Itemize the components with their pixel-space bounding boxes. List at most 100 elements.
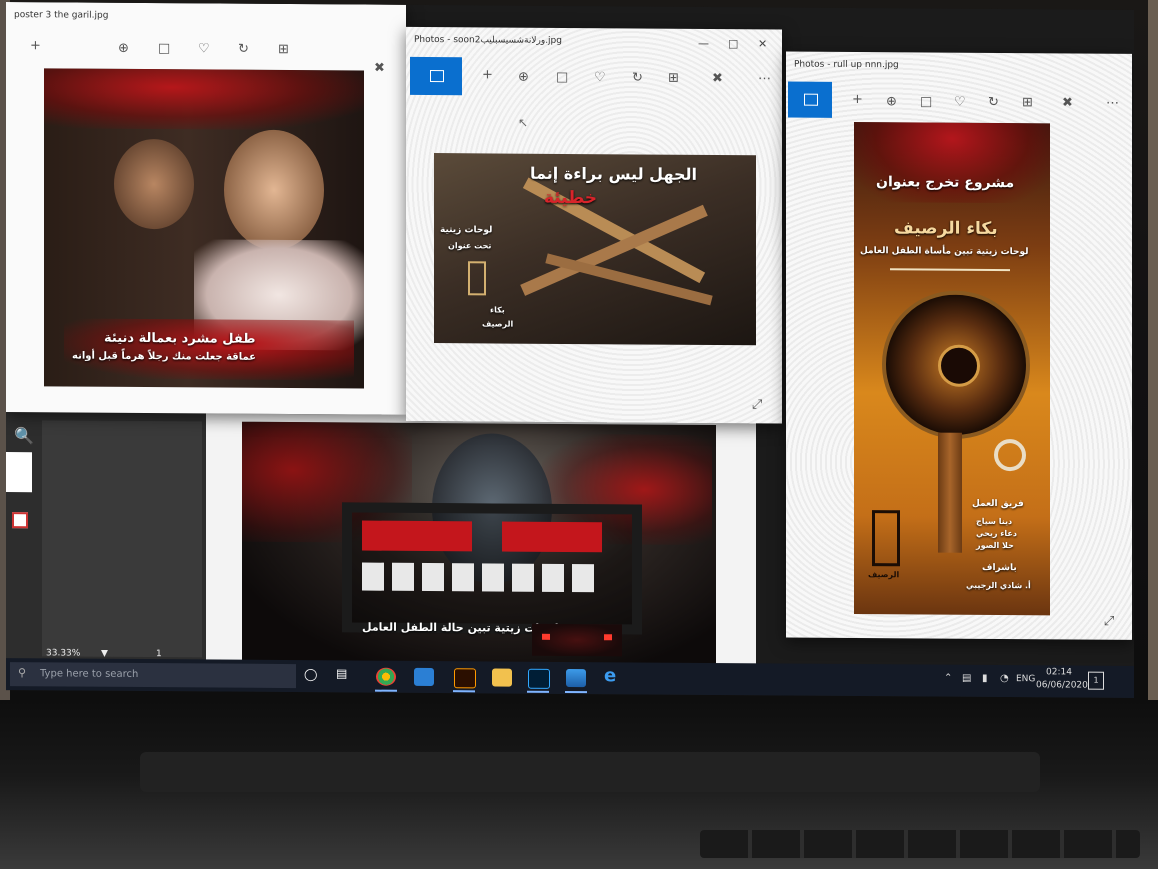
more-icon[interactable]: ⋯ (758, 71, 771, 86)
zoom-in-icon[interactable]: ⊕ (518, 70, 529, 85)
task-view-icon[interactable]: ▤ (336, 666, 347, 680)
girl-face (224, 129, 324, 251)
rollup-supervisor: أ. شادي الرجيبي (966, 580, 1031, 591)
photos-window-middle[interactable]: Photos - soon2ورلانةشسيسبليب.jpg — □ ✕ +… (406, 26, 782, 424)
editor-canvas-area (42, 420, 202, 658)
rotate-icon[interactable]: ↻ (988, 95, 999, 110)
image-icon (804, 93, 818, 106)
fullscreen-icon[interactable]: ⤢ (752, 397, 762, 412)
magnifier-icon[interactable]: 🔍 (14, 426, 34, 445)
heart-icon[interactable]: ♡ (198, 41, 210, 56)
rotate-icon[interactable]: ↻ (632, 70, 643, 85)
image-view-button[interactable] (410, 56, 462, 96)
active-indicator (565, 690, 587, 694)
add-icon[interactable]: + (30, 38, 41, 53)
rollup-member3: حلا الصور (976, 540, 1014, 551)
maximize-icon[interactable]: □ (728, 37, 738, 50)
red-streak (44, 68, 364, 131)
zoom-in-icon[interactable]: ⊕ (886, 94, 897, 109)
magnifier-handle (938, 432, 962, 553)
notification-icon[interactable]: 1 (1088, 671, 1104, 690)
zoom-in-icon[interactable]: ⊕ (118, 41, 129, 56)
tool-swatch[interactable] (6, 452, 32, 493)
rollup-team-label: فريق العمل (972, 498, 1024, 510)
clock-date[interactable]: 06/06/2020 (1036, 680, 1088, 690)
ignorance-sub4: الرصيف (482, 319, 514, 329)
rollup-member1: دينا سياج (976, 516, 1013, 527)
ignorance-headline: الجهل ليس براءة إنما (530, 163, 698, 184)
logo-frame (342, 502, 642, 635)
ignorance-sub3: بكاء (490, 305, 505, 315)
clock-time[interactable]: 02:14 (1046, 667, 1072, 677)
wood-plank-3 (545, 253, 713, 306)
photos-window-left[interactable]: poster 3 the garil.jpg + ⊕ □ ♡ ↻ ⊞ ✖ طفل… (6, 2, 406, 415)
wifi-icon[interactable]: ◔ (1000, 673, 1009, 684)
rotate-icon[interactable]: ↻ (238, 42, 249, 57)
rollup-top: مشروع تخرج بعنوان (876, 174, 1015, 192)
zoom-level[interactable]: 33.33% (46, 648, 80, 658)
more-icon[interactable]: ⋯ (1106, 96, 1119, 111)
delete-icon[interactable]: □ (556, 70, 568, 85)
chevron-down-icon[interactable]: ▼ (101, 649, 108, 659)
rollup-supervision: باشراف (982, 562, 1017, 574)
edit-icon[interactable]: ✖ (712, 71, 723, 86)
ignorance-sub1: لوحات زيتية (440, 225, 493, 236)
chrome-icon[interactable] (376, 667, 396, 686)
search-placeholder: Type here to search (40, 668, 139, 680)
child-poster: طفل مشرد بعمالة دنيئة عماقة جعلت منك رجل… (44, 68, 364, 389)
child-poster-line2: عماقة جعلت منك رجلاً هرماً قبل أوانه (72, 350, 256, 363)
page-number[interactable]: 1 (156, 649, 162, 659)
close-icon[interactable]: ✕ (758, 37, 767, 50)
stroke-icon[interactable] (12, 512, 28, 529)
battery-icon[interactable]: ▮ (982, 673, 988, 684)
child-poster-line1: طفل مشرد بعمالة دنيئة (104, 330, 256, 347)
heart-icon[interactable]: ♡ (594, 70, 606, 85)
network-icon[interactable]: ▤ (962, 673, 971, 684)
laptop-screen: 🔍 33.33% ▼ 1 لوحات زيتية تبين حالة الطفل… (6, 2, 1134, 698)
add-icon[interactable]: + (852, 92, 863, 107)
editor-document: لوحات زيتية تبين حالة الطفل العامل (206, 413, 756, 668)
delete-icon[interactable]: □ (158, 41, 170, 56)
heart-icon[interactable]: ♡ (954, 95, 966, 110)
window-title: Photos - rull up nnn.jpg (794, 59, 899, 71)
image-icon (430, 70, 444, 83)
crop-icon[interactable]: ⊞ (1022, 95, 1033, 110)
crop-icon[interactable]: ⊞ (278, 42, 289, 57)
photos-icon[interactable] (566, 668, 586, 688)
edit-icon[interactable]: ✖ (374, 61, 385, 76)
rollup-logo (872, 510, 900, 567)
active-indicator (375, 689, 397, 692)
edit-icon[interactable]: ✖ (1062, 95, 1073, 110)
photoshop-icon[interactable] (528, 668, 550, 689)
edge-icon[interactable]: e (604, 665, 616, 686)
search-box[interactable]: ⚲ Type here to search (10, 662, 296, 689)
file-explorer-icon[interactable] (492, 668, 512, 687)
window-title: Photos - soon2ورلانةشسيسبليب.jpg (414, 34, 562, 46)
crop-icon[interactable]: ⊞ (668, 71, 679, 86)
cortana-icon[interactable]: ◯ (304, 667, 317, 681)
magnifier-eye (882, 290, 1030, 440)
ignorance-sub2: تحت عنوان (448, 241, 492, 251)
active-indicator (527, 690, 549, 693)
minimize-icon[interactable]: — (698, 37, 709, 50)
illustrator-icon[interactable] (454, 668, 476, 689)
logo-red-block (362, 520, 472, 552)
divider (890, 268, 1010, 272)
rollup-logo-text: الرصيف (868, 570, 900, 580)
language-indicator[interactable]: ENG (1016, 674, 1035, 684)
add-icon[interactable]: + (482, 67, 493, 82)
editor-panel: 🔍 33.33% ▼ 1 (6, 412, 206, 664)
logo-letters (362, 562, 602, 593)
image-view-button[interactable] (788, 81, 832, 118)
rollup-title: بكاء الرصيف (894, 218, 998, 239)
search-icon: ⚲ (18, 666, 27, 680)
fullscreen-icon[interactable]: ⤢ (1104, 614, 1114, 629)
delete-icon[interactable]: □ (920, 94, 932, 109)
chevron-up-icon[interactable]: ⌃ (944, 673, 952, 684)
photos-window-right[interactable]: Photos - rull up nnn.jpg + ⊕ □ ♡ ↻ ⊞ ✖ ⋯… (786, 51, 1132, 640)
red-top (854, 121, 1050, 204)
street-poster: لوحات زيتية تبين حالة الطفل العامل (242, 421, 716, 666)
active-indicator (453, 690, 475, 693)
tail-light (542, 633, 550, 640)
mail-icon[interactable] (414, 667, 434, 687)
